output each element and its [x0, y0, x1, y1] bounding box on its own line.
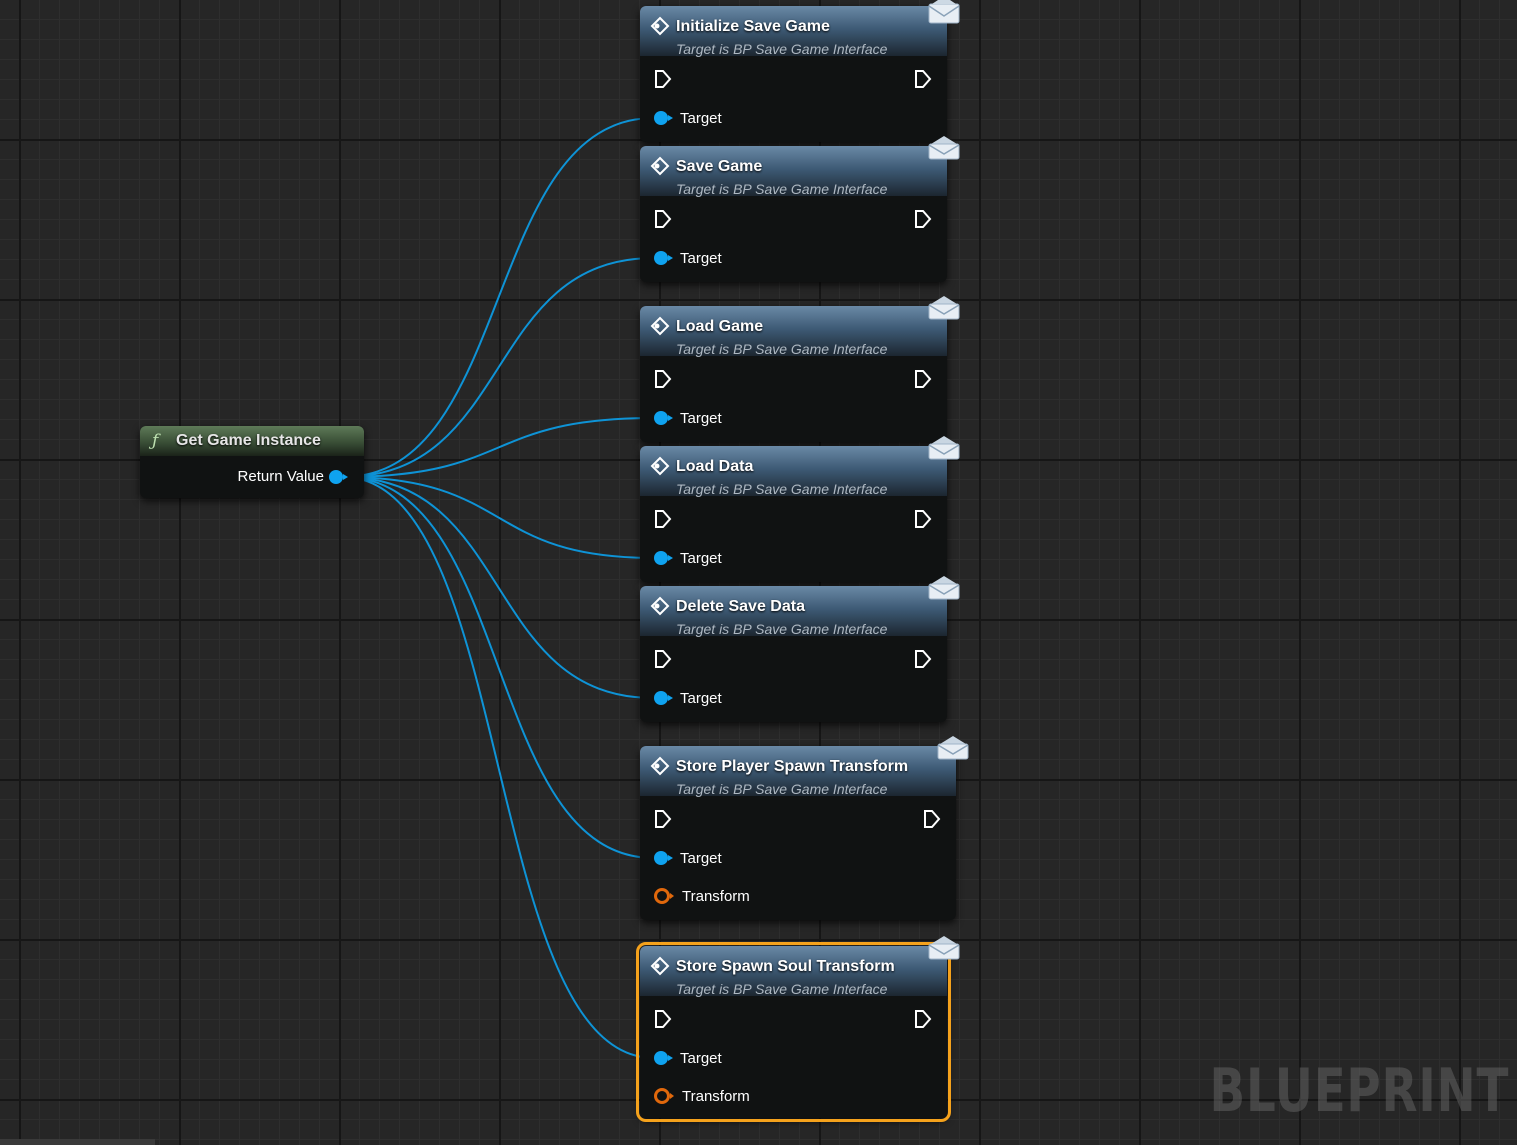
- exec-in-pin[interactable]: [654, 809, 672, 829]
- node-load-data[interactable]: Load Data Target is BP Save Game Interfa…: [640, 446, 947, 582]
- exec-out-pin[interactable]: [914, 69, 932, 89]
- exec-out-pin[interactable]: [923, 809, 941, 829]
- exec-in-pin[interactable]: [654, 69, 672, 89]
- target-pin[interactable]: [654, 1051, 673, 1065]
- target-wire[interactable]: [342, 476, 655, 1059]
- transform-pin-label: Transform: [682, 1087, 750, 1105]
- node-title: Store Spawn Soul Transform: [676, 958, 895, 975]
- node-subtitle: Target is BP Save Game Interface: [676, 621, 888, 637]
- node-subtitle: Target is BP Save Game Interface: [676, 481, 888, 497]
- message-icon: [650, 756, 670, 776]
- target-pin[interactable]: [654, 551, 673, 565]
- exec-in-pin[interactable]: [654, 1009, 672, 1029]
- transform-pin[interactable]: [654, 888, 674, 904]
- exec-in-pin[interactable]: [654, 509, 672, 529]
- transform-pin-row[interactable]: Transform: [654, 1087, 750, 1105]
- target-pin-row[interactable]: Target: [654, 549, 722, 567]
- target-pin-label: Target: [680, 549, 722, 567]
- target-pin-label: Target: [680, 109, 722, 127]
- message-icon: [650, 956, 670, 976]
- horizontal-scrollbar[interactable]: [0, 1139, 155, 1145]
- exec-out-pin[interactable]: [914, 649, 932, 669]
- target-pin-label: Target: [680, 249, 722, 267]
- target-wire[interactable]: [342, 417, 655, 478]
- message-icon: [650, 16, 670, 36]
- envelope-icon: [937, 736, 969, 760]
- node-subtitle: Target is BP Save Game Interface: [676, 41, 888, 57]
- message-icon: [650, 316, 670, 336]
- exec-in-pin[interactable]: [654, 209, 672, 229]
- exec-out-pin[interactable]: [914, 369, 932, 389]
- envelope-icon: [928, 296, 960, 320]
- node-subtitle: Target is BP Save Game Interface: [676, 181, 888, 197]
- target-pin-label: Target: [680, 689, 722, 707]
- target-pin[interactable]: [654, 411, 673, 425]
- message-icon: [650, 456, 670, 476]
- node-store-spawn-soul-transform[interactable]: Store Spawn Soul Transform Target is BP …: [636, 942, 951, 1122]
- node-subtitle: Target is BP Save Game Interface: [676, 781, 888, 797]
- target-pin-row[interactable]: Target: [654, 689, 722, 707]
- node-title: Store Player Spawn Transform: [676, 758, 909, 775]
- node-title: Load Game: [676, 318, 764, 335]
- node-title: Delete Save Data: [676, 598, 805, 615]
- target-wire[interactable]: [342, 476, 655, 559]
- node-subtitle: Target is BP Save Game Interface: [676, 981, 888, 997]
- exec-in-pin[interactable]: [654, 369, 672, 389]
- envelope-icon: [928, 576, 960, 600]
- target-pin[interactable]: [654, 111, 673, 125]
- exec-out-pin[interactable]: [914, 209, 932, 229]
- target-pin-row[interactable]: Target: [654, 109, 722, 127]
- target-wire[interactable]: [342, 476, 655, 699]
- target-pin-row[interactable]: Target: [654, 849, 722, 867]
- target-pin-row[interactable]: Target: [654, 1049, 722, 1067]
- node-title: Initialize Save Game: [676, 18, 830, 35]
- exec-out-pin[interactable]: [914, 509, 932, 529]
- get-game-instance-node[interactable]: ƒ Get Game Instance Return Value: [140, 426, 364, 498]
- node-title: Load Data: [676, 458, 754, 475]
- node-save-game[interactable]: Save Game Target is BP Save Game Interfa…: [640, 146, 947, 282]
- exec-in-pin[interactable]: [654, 649, 672, 669]
- node-title: Save Game: [676, 158, 763, 175]
- target-wire[interactable]: [342, 117, 655, 478]
- exec-out-pin[interactable]: [914, 1009, 932, 1029]
- node-initialize-save-game[interactable]: Initialize Save Game Target is BP Save G…: [640, 6, 947, 142]
- node-subtitle: Target is BP Save Game Interface: [676, 341, 888, 357]
- target-pin-row[interactable]: Target: [654, 249, 722, 267]
- target-wire[interactable]: [342, 257, 655, 478]
- transform-pin-row[interactable]: Transform: [654, 887, 750, 905]
- node-load-game[interactable]: Load Game Target is BP Save Game Interfa…: [640, 306, 947, 442]
- target-pin[interactable]: [654, 851, 673, 865]
- target-pin-row[interactable]: Target: [654, 409, 722, 427]
- node-store-player-spawn-transform[interactable]: Store Player Spawn Transform Target is B…: [640, 746, 956, 920]
- envelope-icon: [928, 936, 960, 960]
- return-value-label: Return Value: [237, 468, 324, 485]
- transform-pin[interactable]: [654, 1088, 674, 1104]
- envelope-icon: [928, 136, 960, 160]
- target-pin-label: Target: [680, 409, 722, 427]
- transform-pin-label: Transform: [682, 887, 750, 905]
- target-pin[interactable]: [654, 691, 673, 705]
- message-icon: [650, 156, 670, 176]
- envelope-icon: [928, 436, 960, 460]
- envelope-icon: [928, 0, 960, 24]
- blueprint-watermark: BLUEPRINT: [1209, 1056, 1509, 1126]
- target-pin-label: Target: [680, 1049, 722, 1067]
- message-icon: [650, 596, 670, 616]
- node-title: Get Game Instance: [176, 432, 321, 449]
- target-pin[interactable]: [654, 251, 673, 265]
- target-pin-label: Target: [680, 849, 722, 867]
- target-wire[interactable]: [342, 476, 655, 859]
- return-value-pin[interactable]: [329, 470, 348, 484]
- node-delete-save-data[interactable]: Delete Save Data Target is BP Save Game …: [640, 586, 947, 722]
- function-icon: ƒ: [152, 431, 159, 451]
